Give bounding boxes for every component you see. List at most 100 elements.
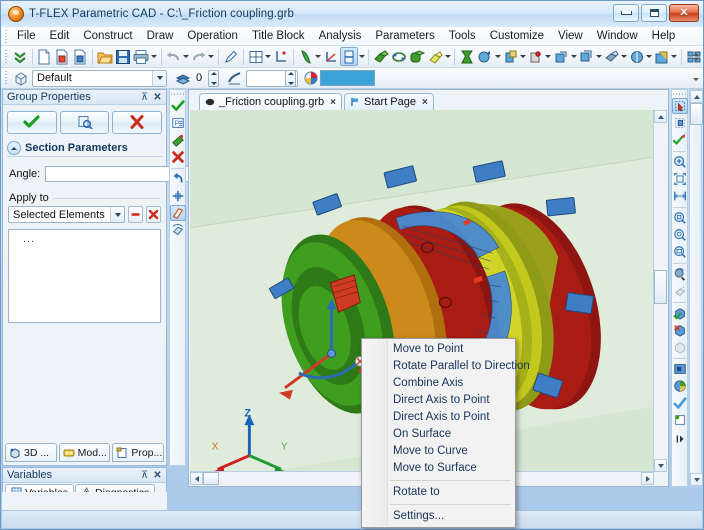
view-cube-icon[interactable] — [672, 378, 688, 394]
sweep-dropdown-arrow-icon[interactable] — [520, 47, 527, 66]
select-3d-icon[interactable] — [672, 98, 688, 114]
camera-icon[interactable] — [672, 361, 688, 377]
apply-tool-icon[interactable] — [672, 132, 688, 148]
maximize-button[interactable] — [641, 4, 667, 22]
right-strip-scroll-up[interactable] — [690, 90, 703, 103]
document-tab-friction-coupling[interactable]: _Friction coupling.grb × — [199, 93, 342, 110]
color-palette-icon[interactable] — [301, 69, 320, 88]
zoom-previous-icon[interactable] — [672, 210, 688, 226]
zoom-fit-icon[interactable] — [672, 188, 688, 204]
minus-icon[interactable] — [128, 206, 143, 223]
redo-icon[interactable] — [190, 47, 208, 66]
toolbar-overflow-button[interactable] — [691, 46, 701, 68]
undo-dropdown-arrow-icon[interactable] — [182, 47, 189, 66]
material-cube-icon[interactable] — [11, 69, 30, 88]
clean-view-icon[interactable] — [672, 395, 688, 411]
preview-icon[interactable] — [60, 111, 110, 134]
chevron-down-icon[interactable] — [152, 71, 166, 86]
tab-3d-model[interactable]: 3D ... — [5, 443, 57, 462]
apply-green-icon[interactable] — [170, 132, 186, 148]
render-off-icon[interactable] — [672, 339, 688, 355]
zoom-window-icon[interactable] — [672, 171, 688, 187]
scroll-down-button[interactable] — [654, 459, 667, 472]
scroll-up-button[interactable] — [654, 110, 667, 123]
array-icon[interactable] — [577, 47, 595, 66]
menu-item-help[interactable]: Help — [645, 28, 683, 44]
close-button[interactable]: ✕ — [669, 4, 699, 22]
scroll-left-button[interactable] — [190, 472, 203, 485]
shell-dropdown-arrow-icon[interactable] — [444, 47, 451, 66]
tab-properties[interactable]: Prop... — [112, 443, 164, 462]
vertical-toolbar-grip[interactable] — [171, 92, 184, 97]
context-menu-item-move-to-surface[interactable]: Move to Surface — [362, 460, 515, 477]
menu-item-operation[interactable]: Operation — [180, 28, 245, 44]
horizontal-scroll-thumb[interactable] — [203, 472, 219, 485]
menu-item-view[interactable]: View — [551, 28, 590, 44]
section-parameters-header[interactable]: Section Parameters — [7, 140, 162, 157]
rotation-icon[interactable] — [390, 47, 408, 66]
render-shade-icon[interactable] — [672, 305, 688, 321]
new-3d-document-icon[interactable] — [53, 47, 71, 66]
print-icon[interactable] — [132, 47, 150, 66]
parameters-icon[interactable]: P — [170, 115, 186, 131]
view-toolbar-overflow-button[interactable] — [691, 68, 701, 90]
section-plane-icon[interactable] — [170, 205, 186, 221]
loft-dropdown-arrow-icon[interactable] — [494, 47, 501, 66]
apply-to-combo[interactable]: Selected Elements — [8, 206, 125, 223]
render-wire-icon[interactable] — [672, 322, 688, 338]
start-page-tab-close-icon[interactable]: × — [422, 97, 428, 108]
section-plane-icon[interactable] — [340, 47, 358, 66]
context-menu-item-rotate-parallel[interactable]: Rotate Parallel to Direction — [362, 358, 515, 375]
rotate-object-icon[interactable] — [170, 222, 186, 238]
undo-arrow-icon[interactable] — [170, 171, 186, 187]
context-menu-item-settings[interactable]: Settings... — [362, 508, 515, 525]
context-menu-item-rotate-to[interactable]: Rotate to — [362, 484, 515, 501]
tile-dropdown-arrow-icon[interactable] — [671, 47, 678, 66]
grid-icon[interactable] — [247, 47, 265, 66]
context-menu-item-direct-axis-to-point-1[interactable]: Direct Axis to Point — [362, 392, 515, 409]
menu-item-window[interactable]: Window — [590, 28, 645, 44]
window-view-icon[interactable] — [672, 412, 688, 428]
new-assembly-icon[interactable] — [71, 47, 89, 66]
cancel-x-icon[interactable] — [112, 111, 162, 134]
new-document-icon[interactable] — [35, 47, 53, 66]
toolbar-grip[interactable] — [4, 49, 9, 65]
document-tab-start-page[interactable]: Start Page × — [344, 93, 434, 110]
menu-item-draw[interactable]: Draw — [140, 28, 181, 44]
tile-windows-icon[interactable] — [653, 47, 671, 66]
workplane-dropdown-arrow-icon[interactable] — [315, 47, 322, 66]
pin-icon[interactable]: ⊼ — [138, 91, 151, 104]
ok-check-icon[interactable] — [7, 111, 57, 134]
vertical-scroll-thumb[interactable] — [654, 270, 667, 304]
snap-icon[interactable] — [170, 188, 186, 204]
save-icon[interactable] — [114, 47, 132, 66]
copy-dropdown-arrow-icon[interactable] — [620, 47, 627, 66]
hole-dropdown-arrow-icon[interactable] — [545, 47, 552, 66]
tab-model-tree[interactable]: Mod... — [59, 443, 111, 462]
edit-drawing-icon[interactable] — [222, 47, 240, 66]
right-strip-thumb[interactable] — [690, 103, 703, 125]
grid-dropdown-arrow-icon[interactable] — [265, 47, 272, 66]
close-icon[interactable]: ✕ — [151, 469, 164, 482]
menu-item-customize[interactable]: Customize — [483, 28, 551, 44]
copy-operation-icon[interactable] — [602, 47, 620, 66]
mirror-dropdown-arrow-icon[interactable] — [646, 47, 653, 66]
undo-icon[interactable] — [164, 47, 182, 66]
array-dropdown-arrow-icon[interactable] — [595, 47, 602, 66]
loft-icon[interactable] — [476, 47, 494, 66]
pin-icon[interactable]: ⊼ — [138, 469, 151, 482]
document-tab-close-icon[interactable]: × — [330, 97, 336, 108]
workplane-icon[interactable] — [297, 47, 315, 66]
hole-icon[interactable] — [527, 47, 545, 66]
shell-icon[interactable] — [426, 47, 444, 66]
layers-icon[interactable] — [173, 69, 192, 88]
collapse-chevron-icon[interactable] — [7, 141, 21, 155]
zoom-all-icon[interactable] — [672, 227, 688, 243]
color-swatch[interactable] — [320, 70, 375, 86]
menu-item-title-block[interactable]: Title Block — [245, 28, 312, 44]
mirror-icon[interactable] — [628, 47, 646, 66]
layer-spinner[interactable] — [208, 70, 219, 87]
ok-check-icon[interactable] — [170, 98, 186, 114]
menu-item-construct[interactable]: Construct — [76, 28, 139, 44]
material-combo[interactable]: Default — [32, 70, 167, 87]
